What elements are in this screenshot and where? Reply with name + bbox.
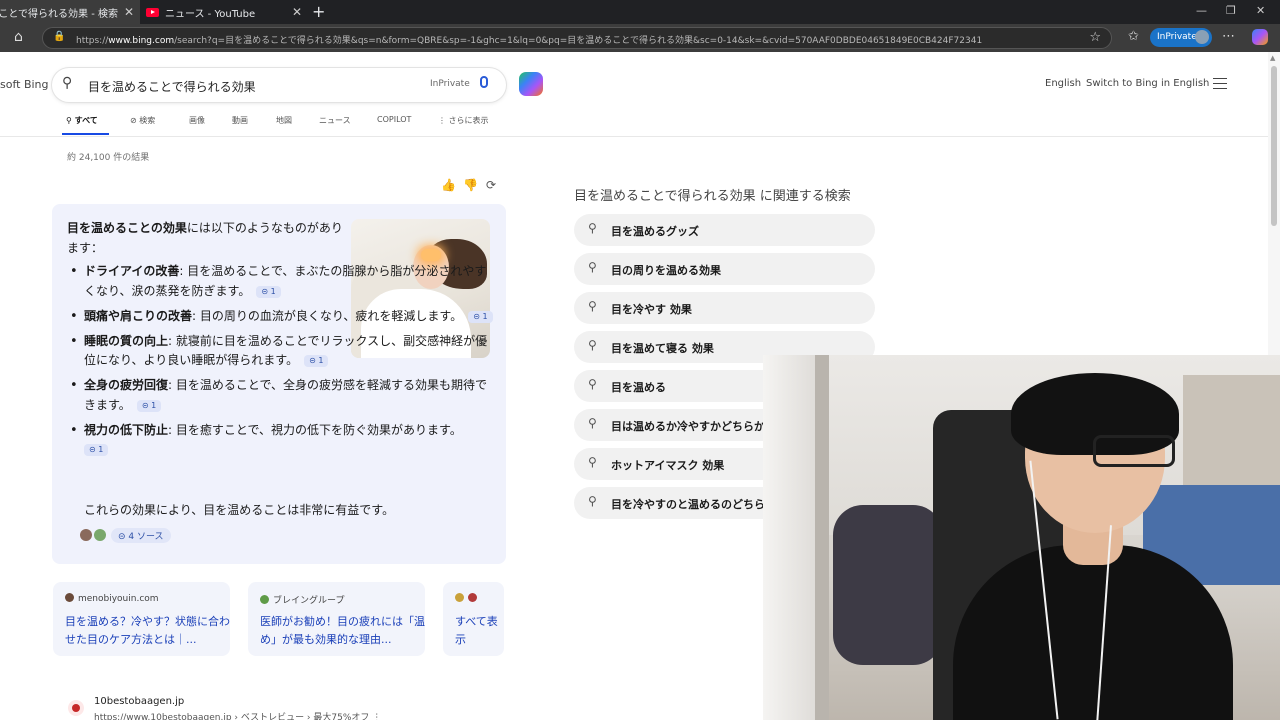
favorites-icon[interactable]: ✩ — [1128, 29, 1139, 44]
show-all-card[interactable]: すべて表示 — [443, 582, 504, 656]
thumbs-up-icon[interactable]: 👍 — [441, 178, 456, 192]
list-item: 全身の疲労回復: 目を温めることで、全身の疲労感を軽減する効果も期待できます。⊝… — [67, 376, 497, 415]
list-item: 睡眠の質の向上: 就寝前に目を温めることでリラックスし、副交感神経が優位になり、… — [67, 332, 497, 371]
related-search-item[interactable]: ⚲ 目の周りを温める効果 — [574, 253, 875, 285]
search-icon: ⚲ — [588, 455, 597, 469]
restore-icon[interactable]: ❐ — [1226, 4, 1236, 17]
list-item: 視力の低下防止: 目を癒すことで、視力の低下を防ぐ効果があります。⊝ 1 — [67, 421, 497, 460]
active-tab-indicator — [62, 133, 109, 135]
source-avatar — [80, 529, 92, 541]
show-all-link[interactable]: すべて表示 — [455, 613, 504, 649]
site-favicon — [68, 700, 84, 716]
tab-all[interactable]: ⚲ すべて — [66, 115, 98, 126]
sources-row[interactable]: ⊝ 4 ソース — [80, 527, 171, 543]
search-icon: ⚲ — [588, 221, 597, 235]
copilot-icon[interactable] — [519, 72, 543, 96]
list-item: 頭痛や肩こりの改善: 目の周りの血流が良くなり、疲れを軽減します。⊝ 1 — [67, 307, 497, 327]
search-icon: ⚲ — [588, 260, 597, 274]
copilot-sidebar-icon[interactable] — [1252, 29, 1268, 45]
inprivate-label: InPrivate — [430, 79, 470, 89]
result-count: 約 24,100 件の結果 — [67, 153, 150, 163]
address-bar[interactable]: 🔒 https://www.bing.com/search?q=目を温めることで… — [42, 27, 1112, 49]
window-close-icon[interactable]: ✕ — [1256, 4, 1265, 17]
close-tab-icon[interactable]: ✕ — [292, 5, 302, 19]
tab-more[interactable]: ⋮ さらに表示 — [438, 115, 489, 126]
citation-badge[interactable]: ⊝ 1 — [136, 399, 162, 412]
tab-youtube[interactable]: ニュース - YouTube ✕ — [140, 0, 308, 24]
inprivate-badge[interactable]: InPrivate — [1150, 28, 1212, 47]
sources-button[interactable]: ⊝ 4 ソース — [111, 527, 171, 543]
scroll-thumb[interactable] — [1271, 66, 1277, 226]
citation-badge[interactable]: ⊝ 1 — [304, 355, 329, 367]
url-text[interactable]: https://www.bing.com/search?q=目を温めることで得ら… — [76, 33, 1076, 46]
bing-logo-text[interactable]: soft Bing — [0, 78, 49, 91]
source-site-icons — [455, 593, 481, 604]
answer-intro: 目を温めることの効果には以下のようなものがあります： — [67, 221, 343, 255]
language-link[interactable]: English — [1045, 78, 1081, 89]
source-title[interactable]: 目を温める？冷やす？状態に合わせた目のケア方法とは｜... — [65, 613, 230, 649]
share-icon[interactable]: ⟳ — [486, 178, 496, 192]
source-card[interactable]: menobiyouin.com 目を温める？冷やす？状態に合わせた目のケア方法と… — [53, 582, 230, 656]
tab-bing-search[interactable]: 目を温めることで得られる効果 - 検索 ✕ — [0, 0, 140, 24]
search-icon: ⚲ — [588, 416, 597, 430]
source-card[interactable]: ブレイングループ 医師がお勧め！目の疲れには「温め」が最も効果的な理由... — [248, 582, 425, 656]
search-icon[interactable]: ⚲ — [62, 75, 72, 91]
microphone-icon[interactable] — [480, 76, 488, 88]
new-tab-button[interactable]: + — [312, 2, 325, 21]
result-site-name[interactable]: 10bestobaagen.jp — [94, 696, 184, 707]
source-site: menobiyouin.com — [65, 593, 159, 604]
tab-title: 目を温めることで得られる効果 - 検索 — [0, 8, 118, 20]
tab-copilot[interactable]: COPILOT — [377, 115, 411, 124]
youtube-icon — [146, 7, 159, 17]
citation-badge[interactable]: ⊝ 1 — [84, 444, 109, 456]
switch-language-link[interactable]: Switch to Bing in English — [1086, 78, 1209, 89]
menu-icon[interactable] — [1213, 78, 1227, 89]
result-url[interactable]: https://www.10bestobaagen.jp › ベストレビュー ›… — [94, 710, 381, 720]
home-icon[interactable]: ⌂ — [14, 29, 23, 45]
search-icon: ⚲ — [588, 494, 597, 508]
webcam-overlay — [763, 355, 1280, 720]
answer-list: ドライアイの改善: 目を温めることで、まぶたの脂腺から脂が分泌されやすくなり、涙… — [67, 262, 497, 465]
tab-videos[interactable]: 動画 — [232, 115, 248, 126]
related-searches-title: 目を温めることで得られる効果 に関連する検索 — [574, 189, 851, 204]
tab-search[interactable]: ⊘ 検索 — [130, 115, 155, 126]
favorite-star-icon[interactable]: ☆ — [1089, 30, 1101, 45]
header-divider — [0, 136, 1268, 137]
related-search-item[interactable]: ⚲ 目を冷やす 効果 — [574, 292, 875, 324]
search-icon: ⚲ — [588, 299, 597, 313]
answer-conclusion: これらの効果により、目を温めることは非常に有益です。 — [84, 503, 395, 517]
lock-icon[interactable]: 🔒 — [53, 31, 65, 42]
search-icon: ⚲ — [588, 338, 597, 352]
citation-badge[interactable]: ⊝ 1 — [468, 310, 493, 323]
source-avatar — [94, 529, 106, 541]
list-item: ドライアイの改善: 目を温めることで、まぶたの脂腺から脂が分泌されやすくなり、涙… — [67, 262, 497, 301]
tab-maps[interactable]: 地図 — [276, 115, 292, 126]
scroll-up-icon[interactable]: ▲ — [1270, 54, 1275, 62]
citation-badge[interactable]: ⊝ 1 — [256, 285, 281, 298]
source-title[interactable]: 医師がお勧め！目の疲れには「温め」が最も効果的な理由... — [260, 613, 425, 649]
search-input[interactable]: 目を温めることで得られる効果 — [88, 78, 256, 95]
browser-tab-bar: 目を温めることで得られる効果 - 検索 ✕ ニュース - YouTube ✕ +… — [0, 0, 1280, 24]
search-icon: ⚲ — [588, 377, 597, 391]
more-options-icon[interactable]: ⋯ — [1222, 29, 1235, 44]
close-tab-icon[interactable]: ✕ — [124, 5, 134, 19]
tab-news[interactable]: ニュース — [319, 115, 351, 126]
address-bar-row: ⌂ 🔒 https://www.bing.com/search?q=目を温めるこ… — [0, 24, 1280, 52]
search-box[interactable]: ⚲ 目を温めることで得られる効果 InPrivate — [52, 68, 506, 102]
minimize-icon[interactable]: — — [1196, 4, 1207, 17]
answer-card: 目を温めることの効果には以下のようなものがあります： ドライアイの改善: 目を温… — [52, 204, 506, 564]
profile-avatar — [1195, 30, 1209, 44]
tab-title: ニュース - YouTube — [165, 8, 256, 20]
source-site: ブレイングループ — [260, 593, 344, 606]
thumbs-down-icon[interactable]: 👎 — [463, 178, 478, 192]
related-search-item[interactable]: ⚲ 目を温めるグッズ — [574, 214, 875, 246]
tab-images[interactable]: 画像 — [189, 115, 205, 126]
